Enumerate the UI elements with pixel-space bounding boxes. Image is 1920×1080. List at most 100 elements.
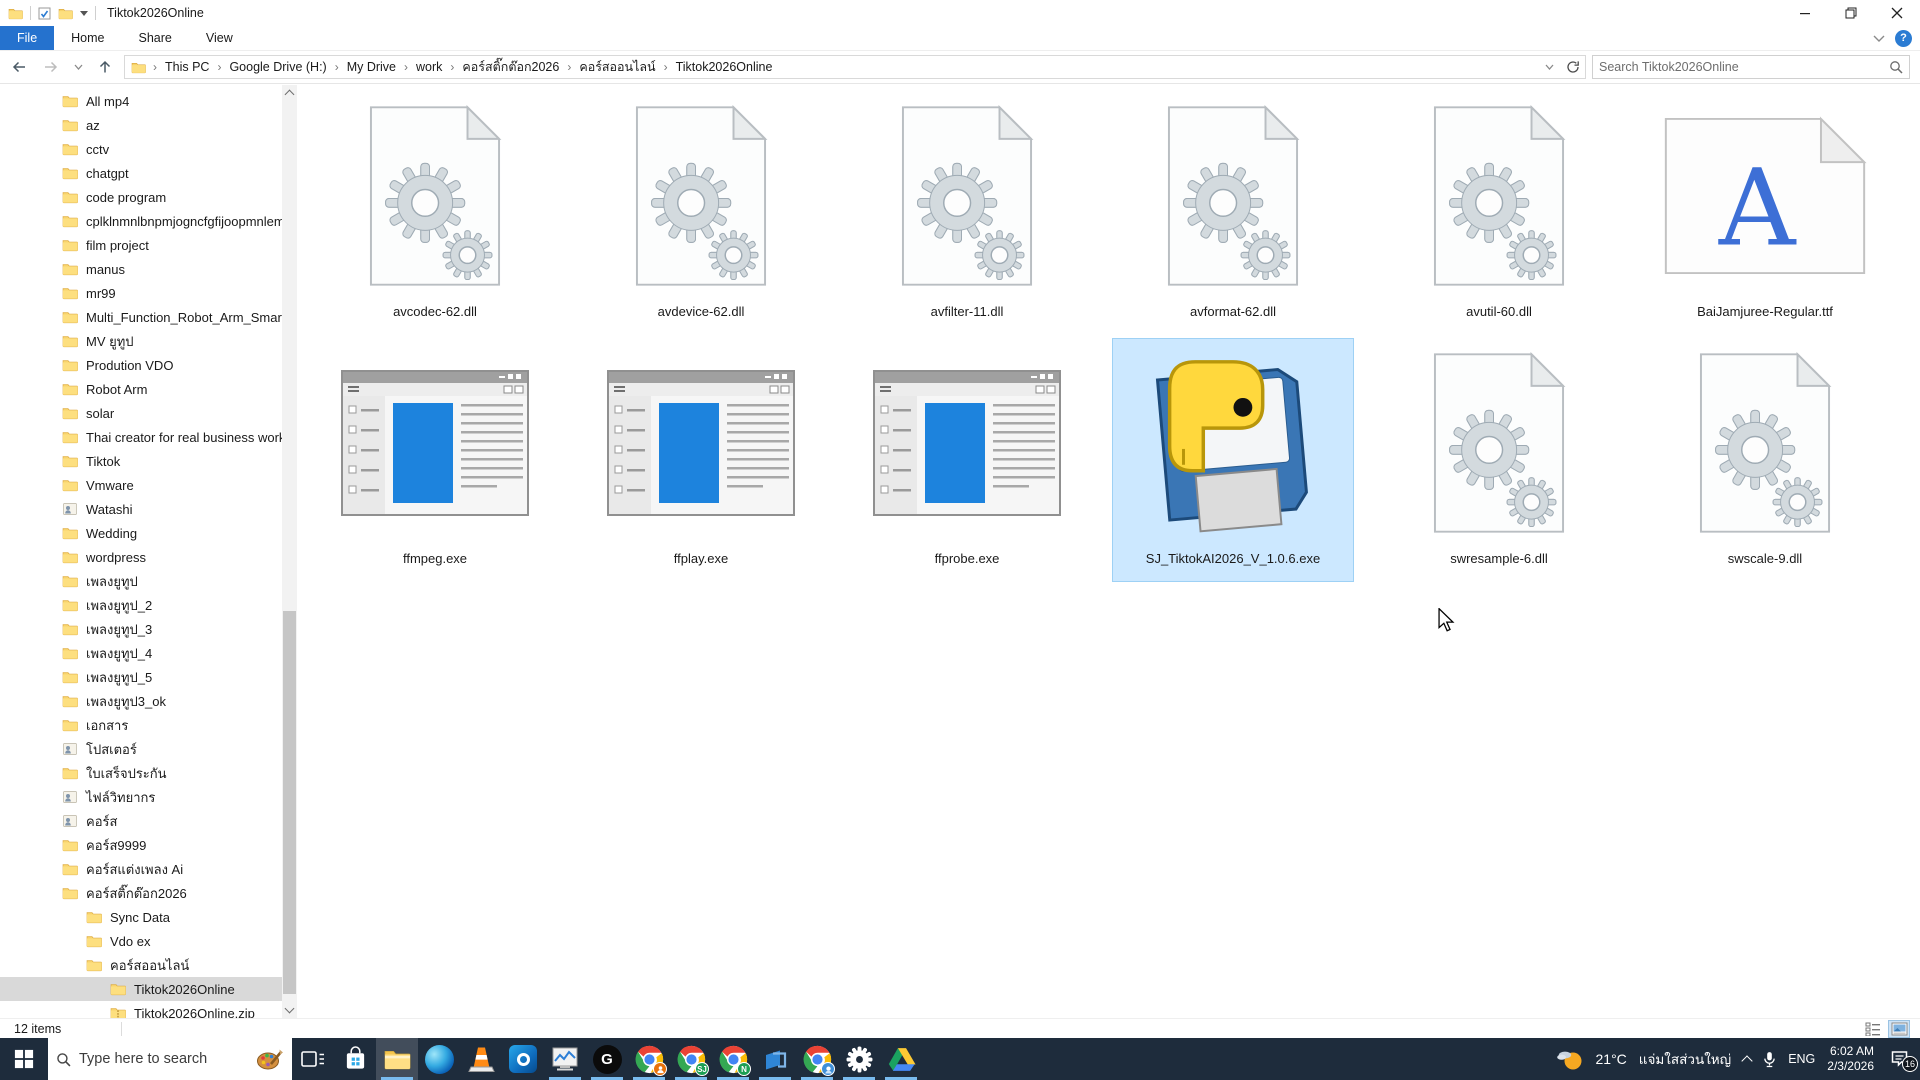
tree-item[interactable]: เอกสาร [0,713,297,737]
taskbar-chrome-profile-n-icon[interactable]: N [712,1038,754,1080]
address-bar[interactable]: › This PC›Google Drive (H:)›My Drive›wor… [124,55,1586,79]
weather-description[interactable]: แจ่มใสส่วนใหญ่ [1639,1048,1731,1070]
breadcrumb-segment[interactable]: This PC [160,60,214,74]
tree-item[interactable]: Vmware [0,473,297,497]
file-tile[interactable]: avutil-60.dll [1378,91,1620,335]
ribbon-tab-home[interactable]: Home [54,26,121,50]
breadcrumb-segment[interactable]: work [411,60,447,74]
taskbar-chrome-profile-sj-icon[interactable]: SJ [670,1038,712,1080]
tree-item[interactable]: Prodution VDO [0,353,297,377]
help-icon[interactable]: ? [1895,30,1912,47]
ribbon-tab-share[interactable]: Share [122,26,189,50]
explorer-search-input[interactable] [1599,60,1889,74]
tree-item[interactable]: คอร์ส9999 [0,833,297,857]
tree-item[interactable]: Watashi [0,497,297,521]
forward-icon[interactable] [38,55,64,79]
scroll-down-icon[interactable] [282,1002,297,1018]
file-tile[interactable]: ffprobe.exe [846,338,1088,582]
ribbon-tab-file[interactable]: File [0,26,54,50]
tree-item[interactable]: mr99 [0,281,297,305]
tree-item[interactable]: Robot Arm [0,377,297,401]
taskbar-performance-monitor-icon[interactable] [544,1038,586,1080]
tree-item[interactable]: ใบเสร็จประกัน [0,761,297,785]
search-icon[interactable] [1889,60,1903,74]
tree-item[interactable]: โปสเตอร์ [0,737,297,761]
up-icon[interactable] [92,55,118,79]
tree-item[interactable]: Tiktok2026Online [0,977,297,1001]
scroll-up-icon[interactable] [282,85,297,101]
tree-item[interactable]: เพลงยูทูป_5 [0,665,297,689]
tree-item[interactable]: เพลงยูทูป_2 [0,593,297,617]
tree-item[interactable]: คอร์สออนไลน์ [0,953,297,977]
tree-item[interactable]: Thai creator for real business workshop [0,425,297,449]
taskbar-outlook-icon[interactable] [502,1038,544,1080]
file-tile[interactable]: ffplay.exe [580,338,822,582]
tree-item[interactable]: Sync Data [0,905,297,929]
details-view-icon[interactable] [1862,1020,1884,1038]
tree-item[interactable]: MV ยูทูป [0,329,297,353]
breadcrumb-segment[interactable]: คอร์สออนไลน์ [574,57,660,77]
tree-item[interactable]: เพลงยูทูป [0,569,297,593]
tree-item[interactable]: คอร์สแต่งเพลง Ai [0,857,297,881]
tree-item[interactable]: code program [0,185,297,209]
file-tile[interactable]: SJ_TiktokAI2026_V_1.0.6.exe [1112,338,1354,582]
thumbnail-view-icon[interactable] [1888,1020,1910,1038]
taskbar-search-box[interactable] [48,1038,292,1080]
explorer-search-box[interactable] [1592,55,1910,79]
weather-icon[interactable] [1557,1048,1584,1071]
tree-item[interactable]: เพลงยูทูป3_ok [0,689,297,713]
tree-item[interactable]: wordpress [0,545,297,569]
breadcrumb-segment[interactable]: คอร์สติ๊กต๊อก2026 [457,57,564,77]
action-center-icon[interactable]: 16 [1886,1050,1912,1068]
tree-item[interactable]: chatgpt [0,161,297,185]
tree-item[interactable]: Tiktok2026Online.zip [0,1001,297,1018]
tree-item[interactable]: az [0,113,297,137]
ribbon-tab-view[interactable]: View [189,26,250,50]
ribbon-collapse-icon[interactable] [1873,35,1885,42]
file-tile[interactable]: swresample-6.dll [1378,338,1620,582]
tree-item[interactable]: เพลงยูทูป_4 [0,641,297,665]
language-indicator[interactable]: ENG [1788,1052,1815,1066]
file-tile[interactable]: avformat-62.dll [1112,91,1354,335]
file-tile[interactable]: ffmpeg.exe [314,338,556,582]
taskbar-chrome-profile-blue-icon[interactable] [796,1038,838,1080]
tree-item[interactable]: solar [0,401,297,425]
breadcrumb-segment[interactable]: Google Drive (H:) [224,60,331,74]
scrollbar-thumb[interactable] [283,611,296,994]
file-tile[interactable]: avcodec-62.dll [314,91,556,335]
qat-dropdown-icon[interactable] [80,11,88,16]
clock[interactable]: 6:02 AM 2/3/2026 [1827,1044,1874,1074]
recent-locations-icon[interactable] [70,55,86,79]
tree-item[interactable]: Vdo ex [0,929,297,953]
tray-expand-icon[interactable] [1742,1055,1753,1066]
file-tile[interactable]: swscale-9.dll [1644,338,1886,582]
breadcrumb-segment[interactable]: My Drive [342,60,401,74]
tree-item[interactable]: ไฟล์วิทยากร [0,785,297,809]
restore-button[interactable] [1828,0,1874,26]
tree-item[interactable]: cctv [0,137,297,161]
close-button[interactable] [1874,0,1920,26]
tree-item[interactable]: manus [0,257,297,281]
taskbar-chrome-profile-orange-icon[interactable] [628,1038,670,1080]
tree-item[interactable]: Multi_Function_Robot_Arm_Smart_Car [0,305,297,329]
back-icon[interactable] [6,55,32,79]
taskbar-microsoft-store-icon[interactable] [334,1038,376,1080]
tree-item[interactable]: All mp4 [0,89,297,113]
address-dropdown-icon[interactable] [1537,55,1561,79]
tree-item[interactable]: cplklnmnlbnpmjogncfgfijoopmnlemp [0,209,297,233]
tree-item[interactable]: film project [0,233,297,257]
tree-item[interactable]: คอร์ส [0,809,297,833]
taskbar-logitech-g-hub-icon[interactable]: G [586,1038,628,1080]
tree-item[interactable]: เพลงยูทูป_3 [0,617,297,641]
taskbar-edge-browser-icon[interactable] [418,1038,460,1080]
taskbar-google-drive-icon[interactable] [880,1038,922,1080]
tree-item[interactable]: Wedding [0,521,297,545]
taskbar-vlc-player-icon[interactable] [460,1038,502,1080]
refresh-icon[interactable] [1561,55,1585,79]
sidebar-scrollbar[interactable] [282,85,297,1018]
start-button[interactable] [0,1038,48,1080]
properties-icon[interactable] [38,7,51,20]
minimize-button[interactable] [1782,0,1828,26]
tree-item[interactable]: Tiktok [0,449,297,473]
taskbar-blue-app-icon[interactable] [754,1038,796,1080]
